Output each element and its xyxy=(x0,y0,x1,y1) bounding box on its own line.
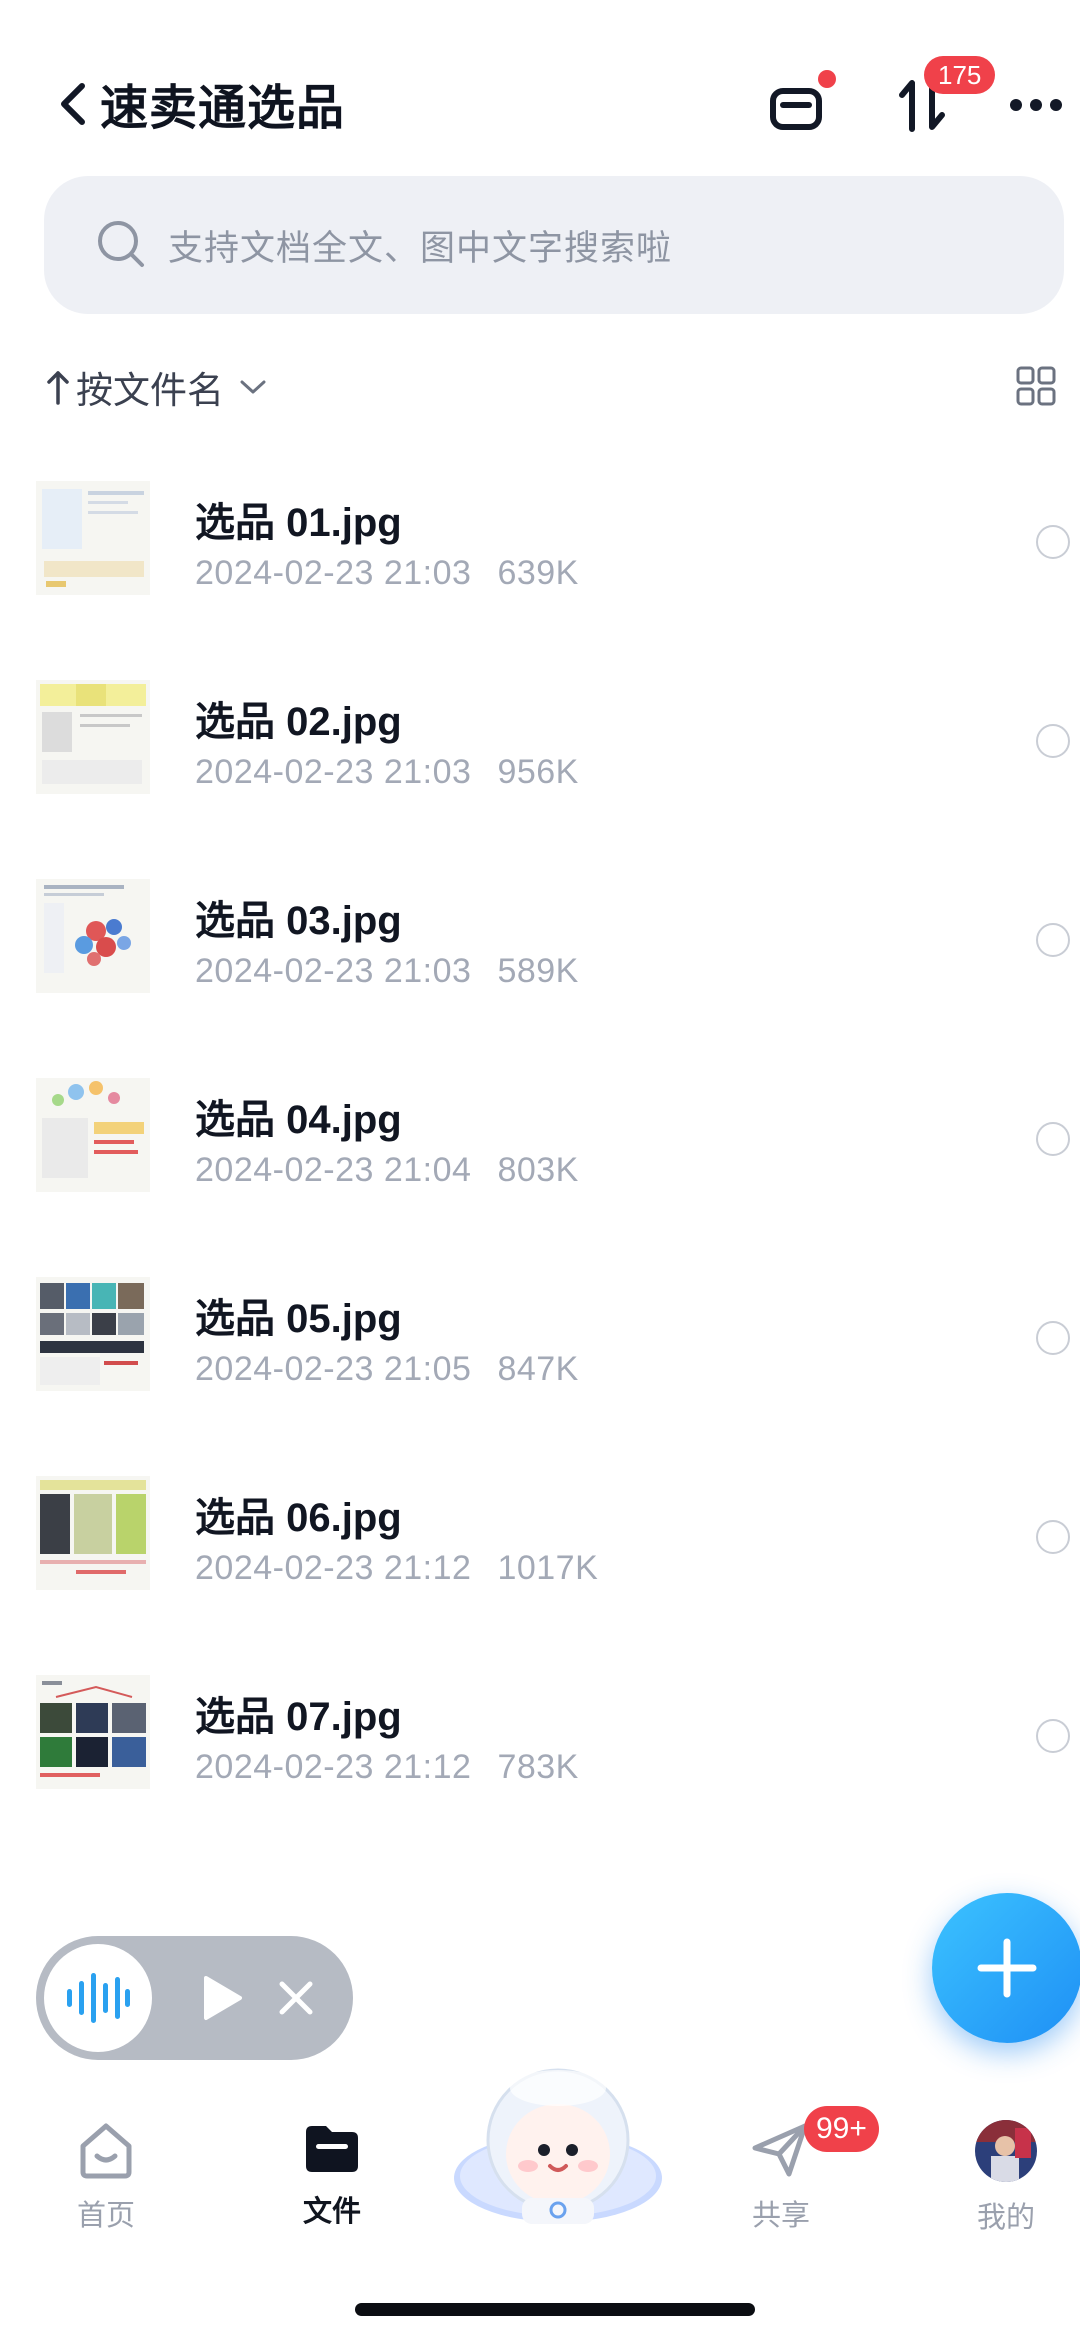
file-row[interactable]: 选品 03.jpg 2024-02-23 21:03 589K xyxy=(0,840,1080,1039)
nav-share[interactable]: 共享 99+ xyxy=(706,2106,879,2234)
audio-player-pill xyxy=(36,1936,353,2060)
file-thumbnail xyxy=(36,680,150,794)
file-size: 847K xyxy=(497,1350,579,1388)
close-icon[interactable] xyxy=(278,1980,314,2016)
file-thumbnail xyxy=(36,1277,150,1391)
file-thumbnail xyxy=(36,1476,150,1590)
file-date: 2024-02-23 21:12 xyxy=(195,1748,472,1786)
share-count-badge: 99+ xyxy=(804,2106,879,2152)
nav-mine[interactable]: 我的 xyxy=(931,2120,1080,2236)
file-thumbnail xyxy=(36,1675,150,1789)
file-row[interactable]: 选品 06.jpg 2024-02-23 21:12 1017K xyxy=(0,1437,1080,1636)
nav-mine-label: 我的 xyxy=(976,2202,1035,2234)
select-radio[interactable] xyxy=(1036,724,1070,758)
more-dots-icon xyxy=(1010,99,1062,111)
file-date: 2024-02-23 21:12 xyxy=(195,1549,472,1587)
search-placeholder: 支持文档全文、图中文字搜索啦 xyxy=(168,228,673,268)
file-meta: 2024-02-23 21:03 956K xyxy=(195,753,579,792)
select-radio[interactable] xyxy=(1036,525,1070,559)
sound-wave-icon xyxy=(67,1973,130,2023)
file-date: 2024-02-23 21:03 xyxy=(195,554,472,592)
select-radio[interactable] xyxy=(1036,923,1070,957)
file-meta: 2024-02-23 21:04 803K xyxy=(195,1151,579,1190)
file-meta: 2024-02-23 21:03 639K xyxy=(195,554,579,593)
nav-files-label: 文件 xyxy=(302,2196,361,2228)
file-meta: 2024-02-23 21:05 847K xyxy=(195,1350,579,1389)
home-icon xyxy=(80,2123,132,2179)
file-name: 选品 06.jpg xyxy=(195,1496,402,1540)
back-button[interactable] xyxy=(52,72,96,136)
file-row[interactable]: 选品 07.jpg 2024-02-23 21:12 783K xyxy=(0,1636,1080,1835)
file-row[interactable]: 选品 02.jpg 2024-02-23 21:03 956K xyxy=(0,641,1080,840)
more-button[interactable] xyxy=(1006,70,1066,140)
grid-view-icon xyxy=(1016,366,1056,406)
tray-button[interactable] xyxy=(762,70,836,140)
transfer-count-badge: 175 xyxy=(924,56,996,94)
inbox-tray-icon xyxy=(770,88,822,130)
file-size: 803K xyxy=(497,1151,579,1189)
mascot-icon xyxy=(454,2068,662,2224)
file-date: 2024-02-23 21:03 xyxy=(195,952,472,990)
add-button[interactable] xyxy=(932,1893,1080,2043)
file-meta: 2024-02-23 21:03 589K xyxy=(195,952,579,991)
file-meta: 2024-02-23 21:12 783K xyxy=(195,1748,579,1787)
select-radio[interactable] xyxy=(1036,1520,1070,1554)
file-size: 639K xyxy=(497,554,579,592)
file-row[interactable]: 选品 01.jpg 2024-02-23 21:03 639K xyxy=(0,442,1080,641)
file-name: 选品 03.jpg xyxy=(195,899,402,943)
file-size: 956K xyxy=(497,753,579,791)
file-thumbnail xyxy=(36,879,150,993)
file-name: 选品 07.jpg xyxy=(195,1695,402,1739)
file-name: 选品 04.jpg xyxy=(195,1098,402,1142)
file-meta: 2024-02-23 21:12 1017K xyxy=(195,1549,598,1588)
file-row[interactable]: 选品 04.jpg 2024-02-23 21:04 803K xyxy=(0,1039,1080,1238)
transfer-button[interactable]: 175 xyxy=(884,56,996,140)
file-size: 589K xyxy=(497,952,579,990)
select-radio[interactable] xyxy=(1036,1719,1070,1753)
home-indicator xyxy=(355,2303,755,2316)
chevron-down-icon xyxy=(240,380,266,394)
file-size: 783K xyxy=(497,1748,579,1786)
search-bar[interactable]: 支持文档全文、图中文字搜索啦 xyxy=(44,176,1064,314)
page-title: 速卖通选品 xyxy=(100,82,346,135)
folder-icon xyxy=(306,2126,358,2172)
file-name: 选品 02.jpg xyxy=(195,700,402,744)
nav-home-label: 首页 xyxy=(76,2200,135,2232)
play-icon[interactable] xyxy=(200,1974,244,2022)
plus-icon xyxy=(977,1938,1037,1998)
file-row[interactable]: 选品 05.jpg 2024-02-23 21:05 847K xyxy=(0,1238,1080,1437)
file-name: 选品 01.jpg xyxy=(195,501,402,545)
sort-selector[interactable]: 按文件名 xyxy=(46,360,270,414)
nav-files[interactable]: 文件 xyxy=(257,2120,407,2230)
arrow-up-icon xyxy=(47,371,69,405)
chevron-left-icon xyxy=(61,83,85,125)
file-name: 选品 05.jpg xyxy=(195,1297,402,1341)
file-thumbnail xyxy=(36,1078,150,1192)
file-thumbnail xyxy=(36,481,150,595)
sort-label: 按文件名 xyxy=(76,370,224,411)
assistant-mascot-button[interactable] xyxy=(452,2058,664,2224)
file-date: 2024-02-23 21:04 xyxy=(195,1151,472,1189)
file-size: 1017K xyxy=(497,1549,599,1587)
voice-button[interactable] xyxy=(44,1944,152,2052)
file-date: 2024-02-23 21:03 xyxy=(195,753,472,791)
nav-share-label: 共享 xyxy=(751,2200,810,2232)
file-date: 2024-02-23 21:05 xyxy=(195,1350,472,1388)
notification-dot xyxy=(818,70,836,88)
nav-home[interactable]: 首页 xyxy=(31,2120,181,2234)
search-icon xyxy=(98,221,144,267)
select-radio[interactable] xyxy=(1036,1122,1070,1156)
select-radio[interactable] xyxy=(1036,1321,1070,1355)
avatar xyxy=(975,2120,1037,2182)
grid-view-toggle[interactable] xyxy=(1016,366,1056,406)
